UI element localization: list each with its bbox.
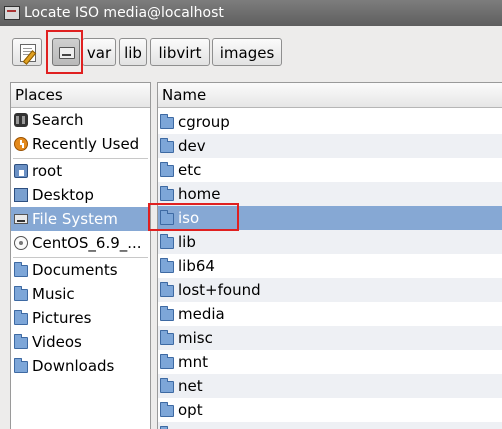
- places-item-label: Videos: [32, 333, 82, 351]
- file-row-lost-found[interactable]: lost+found: [158, 278, 502, 302]
- file-row-cgroup[interactable]: cgroup: [158, 110, 502, 134]
- file-name: mnt: [178, 353, 208, 371]
- file-name: iso: [178, 209, 200, 227]
- file-name: net: [178, 377, 203, 395]
- file-name: proc: [178, 422, 211, 429]
- places-item-search[interactable]: Search: [11, 108, 150, 132]
- home-folder-icon: [14, 164, 28, 178]
- path-segment-libvirt[interactable]: libvirt: [150, 38, 210, 66]
- places-panel: Places Search Recently Used root Desktop…: [10, 82, 151, 429]
- file-row-mnt[interactable]: mnt: [158, 350, 502, 374]
- path-bar: var lib libvirt images: [0, 26, 502, 80]
- binoculars-icon: [14, 113, 28, 127]
- file-name: media: [178, 305, 225, 323]
- edit-location-button[interactable]: [12, 38, 42, 66]
- places-item-label: Desktop: [32, 186, 94, 204]
- places-item-label: Documents: [32, 261, 118, 279]
- folder-icon: [14, 262, 28, 277]
- folder-icon: [160, 114, 174, 129]
- places-item-downloads[interactable]: Downloads: [11, 354, 150, 378]
- places-item-recently-used[interactable]: Recently Used: [11, 132, 150, 156]
- places-item-label: root: [32, 162, 63, 180]
- file-row-lib64[interactable]: lib64: [158, 254, 502, 278]
- places-item-root[interactable]: root: [11, 159, 150, 183]
- places-header[interactable]: Places: [11, 83, 150, 108]
- edit-location-icon: [20, 44, 36, 62]
- file-row-dev[interactable]: dev: [158, 134, 502, 158]
- file-name: home: [178, 185, 221, 203]
- path-root-button[interactable]: [52, 38, 80, 66]
- folder-icon: [160, 402, 174, 417]
- places-item-label: Pictures: [32, 309, 92, 327]
- places-item-label: File System: [32, 210, 118, 228]
- folder-icon: [160, 138, 174, 153]
- places-item-desktop[interactable]: Desktop: [11, 183, 150, 207]
- places-item-label: Music: [32, 285, 75, 303]
- file-name: opt: [178, 401, 203, 419]
- places-item-label: Downloads: [32, 357, 115, 375]
- file-row-media[interactable]: media: [158, 302, 502, 326]
- file-row-misc[interactable]: misc: [158, 326, 502, 350]
- drive-icon: [14, 214, 28, 224]
- file-row-proc[interactable]: proc: [158, 422, 502, 429]
- file-row-opt[interactable]: opt: [158, 398, 502, 422]
- places-item-pictures[interactable]: Pictures: [11, 306, 150, 330]
- file-row-lib[interactable]: lib: [158, 230, 502, 254]
- places-item-label: CentOS_6.9_...: [32, 234, 142, 252]
- file-list: Name cgroup dev etc home iso lib lib64 l…: [157, 82, 502, 429]
- app-icon: [4, 6, 20, 20]
- folder-icon: [160, 330, 174, 345]
- drive-icon: [59, 47, 75, 59]
- file-name: etc: [178, 161, 202, 179]
- folder-icon: [160, 258, 174, 273]
- folder-icon: [160, 306, 174, 321]
- window-title: Locate ISO media@localhost: [24, 5, 224, 21]
- file-name: misc: [178, 329, 213, 347]
- file-name: lib: [178, 233, 196, 251]
- file-row-iso[interactable]: iso: [158, 206, 502, 230]
- folder-icon: [160, 234, 174, 249]
- file-name: dev: [178, 137, 206, 155]
- file-name: cgroup: [178, 113, 230, 131]
- title-bar: Locate ISO media@localhost: [0, 0, 502, 26]
- places-item-music[interactable]: Music: [11, 282, 150, 306]
- folder-icon: [160, 354, 174, 369]
- places-item-centos[interactable]: CentOS_6.9_...: [11, 231, 150, 255]
- folder-icon: [14, 310, 28, 325]
- folder-icon: [14, 286, 28, 301]
- path-segment-var[interactable]: var: [82, 38, 116, 66]
- file-row-net[interactable]: net: [158, 374, 502, 398]
- folder-icon: [14, 334, 28, 349]
- desktop-icon: [14, 188, 28, 202]
- places-item-documents[interactable]: Documents: [11, 258, 150, 282]
- path-segment-images[interactable]: images: [212, 38, 282, 66]
- folder-icon: [160, 282, 174, 297]
- file-name: lib64: [178, 257, 215, 275]
- path-segment-lib[interactable]: lib: [119, 38, 147, 66]
- places-item-file-system[interactable]: File System: [11, 207, 150, 231]
- folder-icon: [160, 162, 174, 177]
- folder-icon: [14, 358, 28, 373]
- folder-icon: [160, 186, 174, 201]
- file-name: lost+found: [178, 281, 261, 299]
- places-item-label: Search: [32, 111, 84, 129]
- folder-icon: [160, 378, 174, 393]
- folder-icon: [160, 210, 174, 225]
- places-item-label: Recently Used: [32, 135, 140, 153]
- places-item-videos[interactable]: Videos: [11, 330, 150, 354]
- recent-icon: [14, 137, 28, 151]
- name-column-header[interactable]: Name: [158, 83, 502, 108]
- disc-icon: [14, 236, 28, 250]
- file-row-etc[interactable]: etc: [158, 158, 502, 182]
- file-row-home[interactable]: home: [158, 182, 502, 206]
